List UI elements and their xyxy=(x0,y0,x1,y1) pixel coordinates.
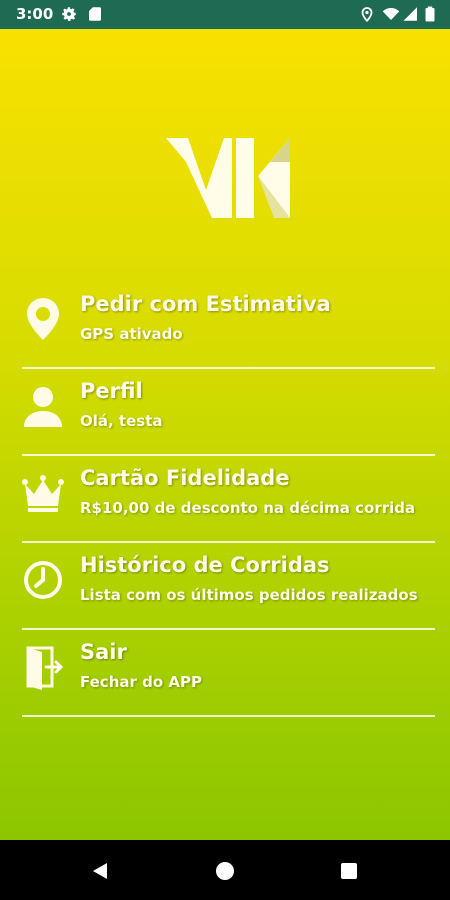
status-time: 3:00 xyxy=(16,5,54,23)
menu-item-pedir-estimativa[interactable]: Pedir com Estimativa GPS ativado xyxy=(22,282,435,369)
exit-door-icon xyxy=(26,646,64,690)
navigation-bar xyxy=(0,840,450,900)
home-icon[interactable] xyxy=(214,860,236,882)
battery-icon xyxy=(425,6,435,22)
location-pin-icon xyxy=(27,298,59,340)
menu-title: Histórico de Corridas xyxy=(80,553,330,577)
location-icon xyxy=(361,7,373,23)
menu-item-historico-corridas[interactable]: Histórico de Corridas Lista com os últim… xyxy=(22,543,435,630)
user-icon xyxy=(24,387,62,427)
menu-subtitle: Fechar do APP xyxy=(80,673,202,691)
menu-subtitle: GPS ativado xyxy=(80,325,183,343)
menu-item-perfil[interactable]: Perfil Olá, testa xyxy=(22,369,435,456)
menu-subtitle: R$10,00 de desconto na décima corrida xyxy=(80,499,416,517)
menu-item-sair[interactable]: Sair Fechar do APP xyxy=(22,630,435,717)
menu-title: Perfil xyxy=(80,379,143,403)
main-menu: Pedir com Estimativa GPS ativado Perfil … xyxy=(22,282,435,717)
back-icon[interactable] xyxy=(89,860,111,882)
menu-title: Pedir com Estimativa xyxy=(80,292,331,316)
wifi-icon xyxy=(382,8,400,20)
sd-card-icon xyxy=(89,7,101,21)
menu-subtitle: Lista com os últimos pedidos realizados xyxy=(80,586,418,604)
phone-screen: 3:00 Pedir com Estimativa GPS ativado Pe… xyxy=(0,0,450,900)
vk-logo xyxy=(166,138,290,218)
menu-subtitle: Olá, testa xyxy=(80,412,163,430)
crown-icon xyxy=(22,475,64,512)
signal-icon xyxy=(403,7,417,21)
clock-icon xyxy=(24,561,62,599)
menu-item-cartao-fidelidade[interactable]: Cartão Fidelidade R$10,00 de desconto na… xyxy=(22,456,435,543)
menu-title: Cartão Fidelidade xyxy=(80,466,290,490)
gear-icon xyxy=(62,7,76,22)
menu-title: Sair xyxy=(80,640,127,664)
status-bar: 3:00 xyxy=(0,0,450,29)
app-content: Pedir com Estimativa GPS ativado Perfil … xyxy=(0,29,450,840)
recents-icon[interactable] xyxy=(338,860,360,882)
